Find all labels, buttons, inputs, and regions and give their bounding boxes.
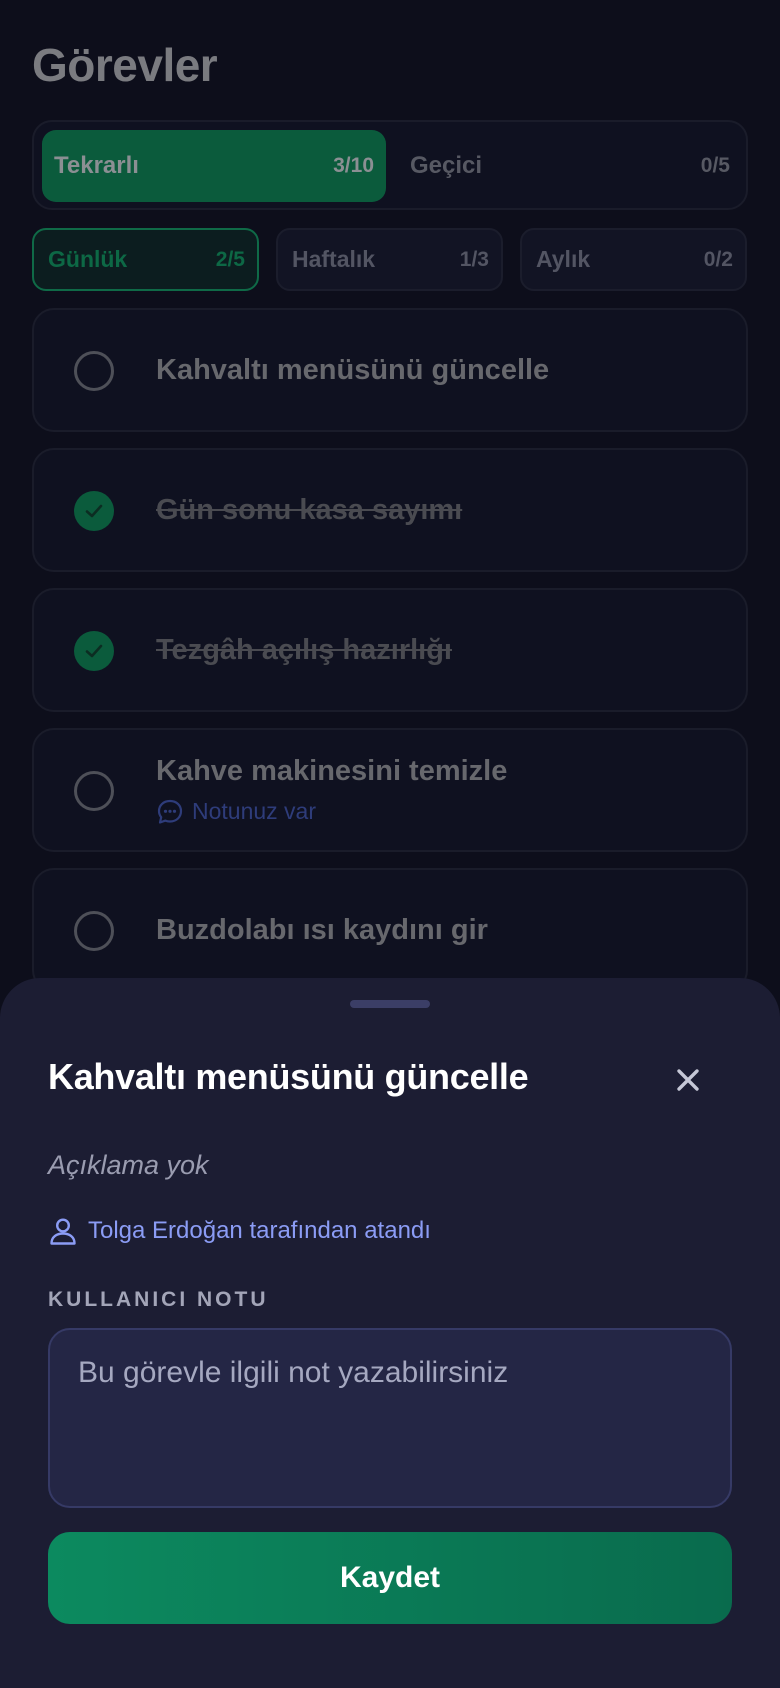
save-button[interactable]: Kaydet [48, 1532, 732, 1624]
task-note-indicator: Notunuz var [156, 798, 507, 826]
close-button[interactable] [668, 1060, 708, 1100]
task-card[interactable]: Kahvaltı menüsünü güncelle [32, 308, 748, 432]
note-section-label: KULLANICI NOTU [48, 1288, 269, 1311]
user-note-input[interactable] [48, 1328, 732, 1508]
task-detail-sheet: Kahvaltı menüsünü güncelle Açıklama yok … [0, 978, 780, 1688]
task-text: Tezgâh açılış hazırlığı [156, 590, 452, 710]
task-card[interactable]: Buzdolabı ısı kaydını gir [32, 868, 748, 992]
chat-bubble-icon [157, 799, 183, 824]
chip-label: Haftalık [292, 246, 376, 272]
task-checkbox[interactable] [74, 491, 114, 531]
task-name: Gün sonu kasa sayımı [156, 493, 463, 526]
task-checkbox[interactable] [74, 911, 114, 951]
page-title: Görevler [32, 39, 218, 91]
task-description: Açıklama yok [48, 1150, 209, 1180]
task-name: Kahve makinesini temizle [156, 754, 508, 787]
tab-weekly[interactable]: Haftalık 1/3 [276, 228, 503, 291]
task-name: Kahvaltı menüsünü güncelle [156, 353, 550, 386]
check-icon [85, 644, 103, 658]
tab-label: Geçici [410, 152, 483, 179]
sheet-drag-handle[interactable] [350, 1000, 430, 1008]
note-label: Notunuz var [192, 798, 317, 824]
task-text: Buzdolabı ısı kaydını gir [156, 870, 488, 990]
task-text: Kahve makinesini temizle Notunuz var [156, 730, 507, 850]
task-card[interactable]: Kahve makinesini temizle Notunuz var [32, 728, 748, 852]
chip-label: Aylık [536, 246, 591, 272]
task-checkbox[interactable] [74, 771, 114, 811]
user-icon [50, 1218, 76, 1245]
tab-recurring[interactable]: Tekrarlı 3/10 [42, 130, 386, 202]
task-checkbox[interactable] [74, 351, 114, 391]
task-name: Tezgâh açılış hazırlığı [156, 633, 452, 666]
chip-count: 0/2 [703, 247, 733, 271]
tab-count: 0/5 [700, 154, 730, 177]
tasks-screen: Görevler Tekrarlı 3/10 Geçici 0/5 Günlük… [0, 0, 780, 1688]
task-type-tabs: Tekrarlı 3/10 Geçici 0/5 [32, 120, 748, 210]
tab-temporary[interactable]: Geçici 0/5 [398, 130, 742, 202]
tab-count: 3/10 [333, 154, 374, 177]
chip-count: 2/5 [215, 247, 245, 271]
task-card[interactable]: Tezgâh açılış hazırlığı [32, 588, 748, 712]
task-checkbox[interactable] [74, 631, 114, 671]
assigned-by-label: Tolga Erdoğan tarafından atandı [88, 1217, 431, 1244]
sheet-title: Kahvaltı menüsünü güncelle [48, 1056, 529, 1097]
task-text: Kahvaltı menüsünü güncelle [156, 310, 549, 430]
task-name: Buzdolabı ısı kaydını gir [156, 913, 488, 946]
tab-daily[interactable]: Günlük 2/5 [32, 228, 259, 291]
chip-count: 1/3 [459, 247, 489, 271]
task-text: Gün sonu kasa sayımı [156, 450, 462, 570]
close-icon [677, 1069, 699, 1091]
check-icon [85, 504, 103, 518]
tab-monthly[interactable]: Aylık 0/2 [520, 228, 747, 291]
assigned-by: Tolga Erdoğan tarafından atandı [48, 1216, 431, 1246]
tab-label: Tekrarlı [54, 152, 139, 179]
task-card[interactable]: Gün sonu kasa sayımı [32, 448, 748, 572]
chip-label: Günlük [48, 246, 128, 272]
